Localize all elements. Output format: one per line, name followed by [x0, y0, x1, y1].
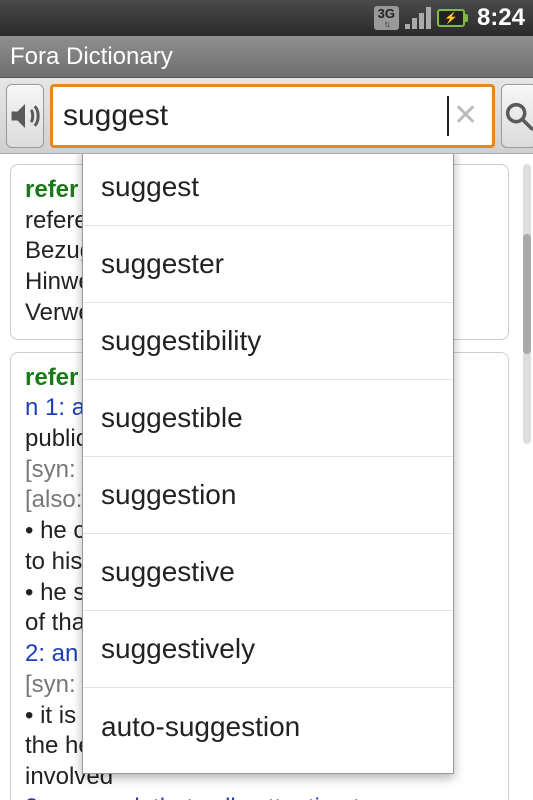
- suggestion-item[interactable]: suggestible: [83, 380, 453, 457]
- network-3g-icon: 3G ↑↓: [374, 6, 399, 30]
- entry-line: refere: [25, 207, 88, 234]
- suggestion-item[interactable]: suggestively: [83, 611, 453, 688]
- entry-line: n 1: a: [25, 394, 85, 421]
- entry-line: • he c: [25, 517, 85, 544]
- entry-line: [also:: [25, 486, 82, 513]
- entry-line: [syn:: [25, 671, 76, 698]
- entry-line: • he s: [25, 579, 85, 606]
- entry-line: • it is: [25, 702, 76, 729]
- entry-line: of tha: [25, 609, 85, 636]
- app-title: Fora Dictionary: [10, 43, 173, 71]
- sound-button[interactable]: [6, 84, 44, 148]
- entry-headword: refer: [25, 364, 78, 391]
- sound-icon: [7, 98, 43, 134]
- entry-line: to his: [25, 548, 82, 575]
- title-bar: Fora Dictionary: [0, 36, 533, 78]
- suggestions-dropdown: suggest suggester suggestibility suggest…: [82, 154, 454, 774]
- suggestion-item[interactable]: suggestibility: [83, 303, 453, 380]
- search-input[interactable]: [63, 99, 449, 133]
- suggestion-item[interactable]: suggester: [83, 226, 453, 303]
- entry-line: 2: an: [25, 640, 78, 667]
- suggestion-item[interactable]: suggestion: [83, 457, 453, 534]
- search-button[interactable]: [501, 84, 533, 148]
- scrollbar-thumb[interactable]: [523, 234, 531, 354]
- search-field-container[interactable]: ✕: [50, 84, 495, 148]
- search-icon: [502, 99, 533, 133]
- entry-headword: refer: [25, 176, 78, 203]
- entry-line: public: [25, 425, 88, 452]
- status-bar: 3G ↑↓ ⚡ 8:24: [0, 0, 533, 36]
- suggestion-item[interactable]: auto-suggestion: [83, 688, 453, 765]
- status-clock: 8:24: [477, 4, 525, 32]
- signal-icon: [405, 7, 431, 29]
- search-row: ✕: [0, 78, 533, 154]
- clear-icon[interactable]: ✕: [449, 94, 482, 137]
- suggestion-item[interactable]: suggest: [83, 154, 453, 226]
- battery-icon: ⚡: [437, 9, 465, 27]
- content-area: refer refere Bezug Hinwe Verwe refer n 1…: [0, 154, 533, 800]
- entry-line: 3: a remark that calls attention to: [25, 794, 373, 800]
- entry-line: [syn:: [25, 456, 76, 483]
- suggestion-item[interactable]: suggestive: [83, 534, 453, 611]
